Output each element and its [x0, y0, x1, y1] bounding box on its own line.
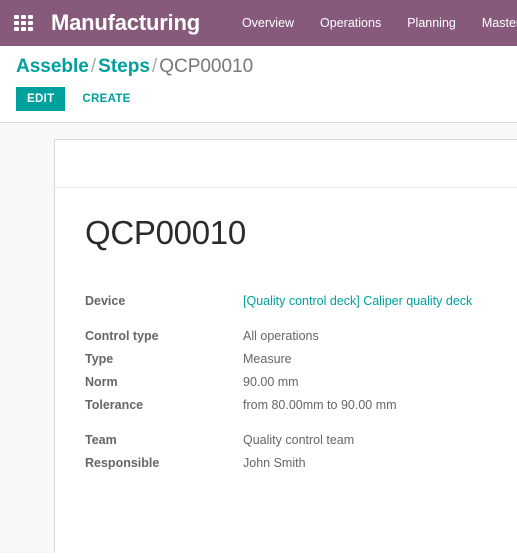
stat-button-box [55, 140, 517, 188]
field-group-spacer-1 [85, 313, 472, 325]
field-value-type: Measure [243, 351, 292, 366]
record-title: QCP00010 [85, 214, 246, 251]
field-row-device: Device [Quality control deck] Caliper qu… [85, 290, 472, 313]
content-area: QCP00010 Device [Quality control deck] C… [0, 123, 517, 553]
breadcrumb-item-current: QCP00010 [159, 56, 254, 77]
field-row-norm: Norm 90.00 mm [85, 371, 472, 394]
field-row-control-type: Control type All operations [85, 325, 472, 348]
field-label-device: Device [85, 293, 126, 308]
breadcrumb-item-parent[interactable]: Asseble [16, 56, 89, 77]
top-navbar: Manufacturing Overview Operations Planni… [0, 0, 517, 46]
field-value-responsible: John Smith [243, 455, 306, 470]
field-value-device[interactable]: [Quality control deck] Caliper quality d… [243, 290, 472, 313]
field-label-team: Team [85, 432, 117, 447]
field-row-team: Team Quality control team [85, 429, 472, 452]
field-label-control-type: Control type [85, 328, 159, 343]
nav-item-planning[interactable]: Planning [407, 10, 456, 36]
field-value-control-type: All operations [243, 328, 319, 343]
field-label-tolerance: Tolerance [85, 397, 144, 412]
spacer-cell-3 [85, 417, 243, 429]
field-table: Device [Quality control deck] Caliper qu… [85, 290, 472, 475]
nav-item-overview[interactable]: Overview [242, 10, 294, 36]
form-sheet: QCP00010 Device [Quality control deck] C… [54, 139, 517, 553]
navbar-menu: Overview Operations Planning Master [242, 10, 517, 36]
field-group-spacer-2 [85, 417, 472, 429]
field-label-responsible: Responsible [85, 455, 160, 470]
apps-grid-icon [13, 15, 33, 31]
nav-item-operations[interactable]: Operations [320, 10, 381, 36]
app-brand-title[interactable]: Manufacturing [51, 10, 200, 36]
field-value-team: Quality control team [243, 432, 355, 447]
field-value-norm: 90.00 mm [243, 374, 299, 389]
field-label-type: Type [85, 351, 114, 366]
field-row-type: Type Measure [85, 348, 472, 371]
field-row-tolerance: Tolerance from 80.00mm to 90.00 mm [85, 394, 472, 417]
breadcrumb-separator: / [90, 56, 97, 77]
breadcrumb: Asseble / Steps / QCP00010 [16, 56, 501, 78]
spacer-cell-4 [243, 417, 472, 429]
spacer-cell-2 [243, 313, 472, 325]
nav-item-master[interactable]: Master [482, 10, 517, 36]
edit-button[interactable]: EDIT [16, 87, 66, 111]
form-sheet-body: QCP00010 Device [Quality control deck] C… [55, 188, 517, 495]
field-value-tolerance: from 80.00mm to 90.00 mm [243, 397, 397, 412]
spacer-cell [85, 313, 243, 325]
field-label-norm: Norm [85, 374, 118, 389]
field-row-responsible: Responsible John Smith [85, 452, 472, 475]
control-panel: Asseble / Steps / QCP00010 EDIT CREATE [0, 46, 517, 123]
create-button[interactable]: CREATE [72, 87, 140, 111]
breadcrumb-separator-2: / [151, 56, 158, 77]
control-panel-buttons: EDIT CREATE [16, 87, 501, 111]
apps-menu-button[interactable] [8, 8, 38, 38]
breadcrumb-item-steps[interactable]: Steps [98, 56, 150, 77]
